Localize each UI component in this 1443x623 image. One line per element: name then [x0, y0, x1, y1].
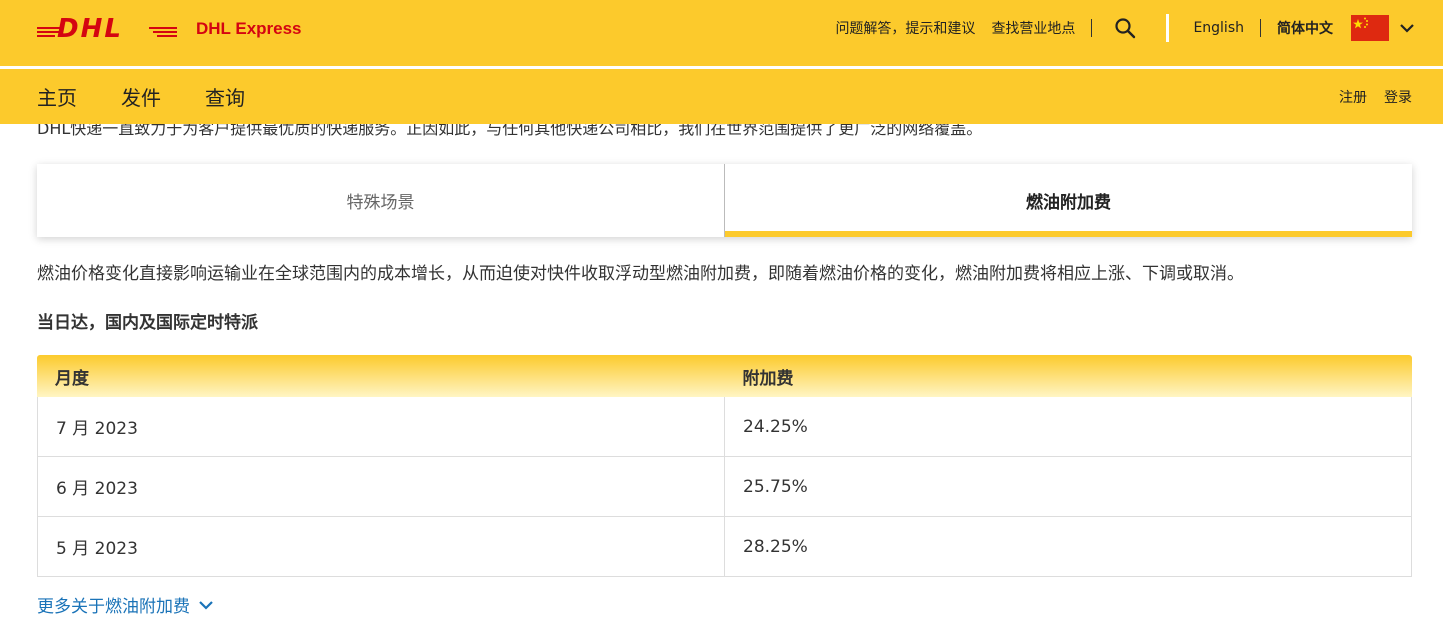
column-header-month: 月度 — [55, 368, 89, 389]
top-links: 问题解答，提示和建议 查找营业地点 English 简体中文 — [827, 0, 1415, 56]
more-link-label: 更多关于燃油附加费 — [37, 597, 190, 617]
nav-home[interactable]: 主页 — [37, 82, 77, 111]
content-tabs: 特殊场景 燃油附加费 — [37, 164, 1412, 237]
tab-special-scenarios[interactable]: 特殊场景 — [37, 164, 725, 237]
login-link[interactable]: 登录 — [1384, 87, 1412, 107]
china-flag-icon[interactable] — [1351, 15, 1389, 41]
nav-track[interactable]: 查询 — [205, 82, 245, 111]
nav-ship[interactable]: 发件 — [121, 82, 161, 111]
register-link[interactable]: 注册 — [1339, 87, 1367, 107]
table-row: 5 月 2023 28.25% — [37, 517, 1412, 577]
top-header: DHL DHL Express 问题解答，提示和建议 查找营业地点 Englis… — [0, 0, 1443, 66]
surcharge-table: 月度 附加费 7 月 2023 24.25% 6 月 2023 25.75% 5… — [37, 355, 1412, 577]
language-english-link[interactable]: English — [1193, 20, 1244, 36]
cell-month: 7 月 2023 — [38, 397, 725, 456]
dhl-logo[interactable]: DHL — [37, 14, 177, 40]
find-locations-link[interactable]: 查找营业地点 — [991, 18, 1075, 38]
table-row: 6 月 2023 25.75% — [37, 457, 1412, 517]
cell-month: 6 月 2023 — [38, 457, 725, 516]
more-about-fuel-surcharge-link[interactable]: 更多关于燃油附加费 — [37, 592, 214, 617]
faq-link[interactable]: 问题解答，提示和建议 — [835, 18, 975, 38]
cell-surcharge: 24.25% — [743, 416, 808, 437]
chevron-down-icon — [199, 600, 213, 610]
divider-white — [1166, 14, 1170, 42]
cell-surcharge: 25.75% — [743, 476, 808, 497]
tab-fuel-surcharge[interactable]: 燃油附加费 — [725, 164, 1412, 237]
fuel-surcharge-description: 燃油价格变化直接影响运输业在全球范围内的成本增长，从而迫使对快件收取浮动型燃油附… — [37, 264, 1244, 284]
language-chinese-link[interactable]: 简体中文 — [1277, 18, 1333, 38]
cell-surcharge: 28.25% — [743, 536, 808, 557]
chevron-down-icon[interactable] — [1399, 20, 1415, 36]
divider — [1091, 19, 1093, 37]
table-row: 7 月 2023 24.25% — [37, 397, 1412, 457]
main-nav: 主页 发件 查询 注册 登录 — [0, 69, 1443, 124]
table-header: 月度 附加费 — [37, 355, 1412, 397]
section-title: 当日达，国内及国际定时特派 — [37, 313, 258, 333]
search-icon[interactable] — [1114, 17, 1136, 39]
column-header-surcharge: 附加费 — [742, 368, 794, 389]
logo-text: DHL — [57, 14, 123, 40]
brand-name: DHL Express — [196, 19, 302, 38]
divider — [1260, 19, 1261, 37]
cell-month: 5 月 2023 — [38, 517, 725, 576]
